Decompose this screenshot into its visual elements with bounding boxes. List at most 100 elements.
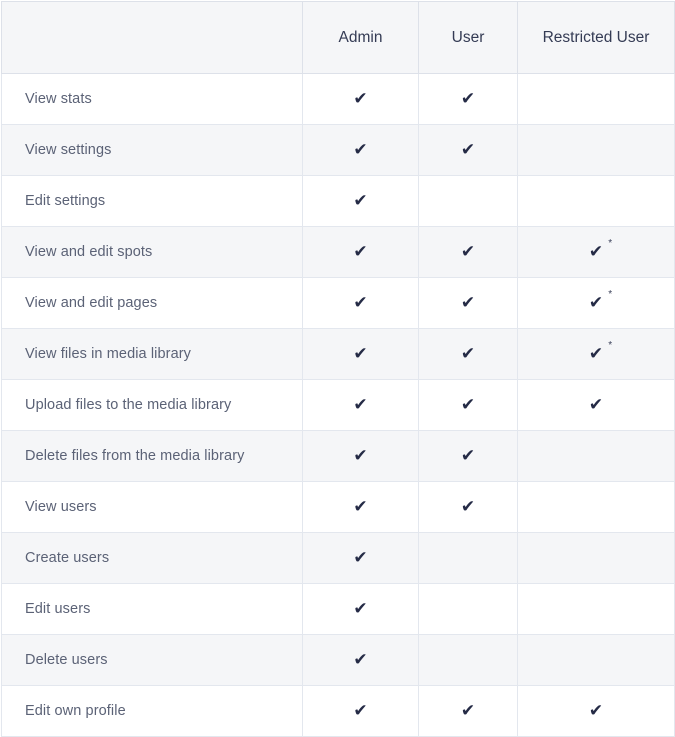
permission-cell-restricted-user — [517, 175, 675, 227]
permission-cell-user: ✔ — [418, 277, 518, 329]
column-header-feature — [1, 1, 303, 74]
feature-label: Edit own profile — [1, 685, 303, 737]
footnote-asterisk: * — [608, 339, 613, 351]
permission-cell-restricted-user: ✔ * — [517, 277, 675, 329]
check-icon: ✔ — [353, 190, 368, 211]
permission-cell-restricted-user: ✔ — [517, 379, 675, 431]
footnote-asterisk: * — [608, 288, 613, 300]
feature-label: View files in media library — [1, 328, 303, 380]
check-icon: ✔ — [460, 241, 476, 262]
permission-cell-admin: ✔ — [302, 328, 419, 380]
feature-label: Edit settings — [1, 175, 303, 227]
check-icon: ✔ — [353, 445, 368, 466]
permission-cell-admin: ✔ — [302, 430, 419, 482]
check-icon: ✔ — [460, 343, 476, 364]
feature-label: View and edit spots — [1, 226, 303, 278]
permission-cell-admin: ✔ — [302, 73, 419, 125]
header-row: Admin User Restricted User — [1, 1, 675, 74]
feature-label: View and edit pages — [1, 277, 303, 329]
permission-cell-user: ✔ — [418, 430, 518, 482]
permission-cell-restricted-user — [517, 124, 675, 176]
table-row: Edit own profile ✔ ✔ ✔ — [1, 685, 675, 737]
permission-cell-restricted-user — [517, 73, 675, 125]
table-row: Delete users ✔ — [1, 634, 675, 686]
permissions-matrix: Admin User Restricted User View stats ✔ ✔ V… — [0, 1, 675, 737]
table-row: View files in media library ✔ ✔ ✔ * — [1, 328, 675, 380]
permission-cell-user: ✔ — [418, 481, 518, 533]
permission-cell-restricted-user: ✔ * — [517, 226, 675, 278]
check-icon: ✔ — [353, 139, 368, 160]
table-row: View stats ✔ ✔ — [1, 73, 675, 125]
permission-cell-restricted-user — [517, 430, 675, 482]
permission-cell-admin: ✔ — [302, 583, 419, 635]
check-icon: ✔ — [588, 700, 604, 721]
table-row: View and edit pages ✔ ✔ ✔ * — [1, 277, 675, 329]
check-icon: ✔ * — [588, 288, 613, 313]
column-header-user: User — [418, 1, 518, 74]
check-icon: ✔ * — [588, 339, 613, 364]
permission-cell-user: ✔ — [418, 685, 518, 737]
feature-label: Delete users — [1, 634, 303, 686]
check-icon: ✔ — [353, 496, 368, 517]
check-icon: ✔ — [460, 496, 476, 517]
permissions-table: Admin User Restricted User View stats ✔ ✔ V… — [1, 1, 675, 737]
check-icon: ✔ — [460, 139, 476, 160]
check-icon: ✔ — [353, 547, 368, 568]
column-header-restricted-user: Restricted User — [517, 1, 675, 74]
check-icon: ✔ — [353, 241, 368, 262]
check-icon: ✔ — [588, 394, 604, 415]
permission-cell-user — [418, 175, 518, 227]
permission-cell-admin: ✔ — [302, 226, 419, 278]
table-row: Delete files from the media library ✔ ✔ — [1, 430, 675, 482]
permission-cell-admin: ✔ — [302, 481, 419, 533]
check-icon: ✔ * — [588, 237, 613, 262]
table-row: View users ✔ ✔ — [1, 481, 675, 533]
permission-cell-restricted-user — [517, 481, 675, 533]
column-header-admin: Admin — [302, 1, 419, 74]
table-header: Admin User Restricted User — [1, 1, 675, 74]
permission-cell-user: ✔ — [418, 226, 518, 278]
footnote-asterisk: * — [608, 237, 613, 249]
table-row: Edit users ✔ — [1, 583, 675, 635]
check-icon: ✔ — [353, 292, 368, 313]
feature-label: View users — [1, 481, 303, 533]
permission-cell-restricted-user — [517, 583, 675, 635]
check-icon: ✔ — [353, 343, 368, 364]
feature-label: Edit users — [1, 583, 303, 635]
permission-cell-admin: ✔ — [302, 379, 419, 431]
permission-cell-admin: ✔ — [302, 277, 419, 329]
permission-cell-user: ✔ — [418, 124, 518, 176]
permission-cell-restricted-user: ✔ — [517, 685, 675, 737]
table-row: Edit settings ✔ — [1, 175, 675, 227]
permission-cell-admin: ✔ — [302, 634, 419, 686]
table-row: Create users ✔ — [1, 532, 675, 584]
check-icon: ✔ — [353, 649, 368, 670]
permission-cell-admin: ✔ — [302, 175, 419, 227]
check-icon: ✔ — [460, 88, 476, 109]
permission-cell-admin: ✔ — [302, 532, 419, 584]
check-icon: ✔ — [460, 394, 476, 415]
feature-label: View stats — [1, 73, 303, 125]
permission-cell-restricted-user — [517, 634, 675, 686]
feature-label: View settings — [1, 124, 303, 176]
check-icon: ✔ — [353, 700, 368, 721]
feature-label: Upload files to the media library — [1, 379, 303, 431]
permission-cell-user — [418, 583, 518, 635]
table-row: View settings ✔ ✔ — [1, 124, 675, 176]
permission-cell-admin: ✔ — [302, 685, 419, 737]
permission-cell-restricted-user: ✔ * — [517, 328, 675, 380]
feature-label: Delete files from the media library — [1, 430, 303, 482]
table-row: View and edit spots ✔ ✔ ✔ * — [1, 226, 675, 278]
check-icon: ✔ — [460, 445, 476, 466]
table-row: Upload files to the media library ✔ ✔ ✔ — [1, 379, 675, 431]
check-icon: ✔ — [353, 394, 368, 415]
permission-cell-user: ✔ — [418, 379, 518, 431]
permission-cell-user: ✔ — [418, 73, 518, 125]
check-icon: ✔ — [460, 292, 476, 313]
permission-cell-user: ✔ — [418, 328, 518, 380]
feature-label: Create users — [1, 532, 303, 584]
check-icon: ✔ — [460, 700, 476, 721]
permission-cell-user — [418, 532, 518, 584]
check-icon: ✔ — [353, 598, 368, 619]
table-body: View stats ✔ ✔ View settings ✔ ✔ Edit settings… — [1, 73, 675, 737]
